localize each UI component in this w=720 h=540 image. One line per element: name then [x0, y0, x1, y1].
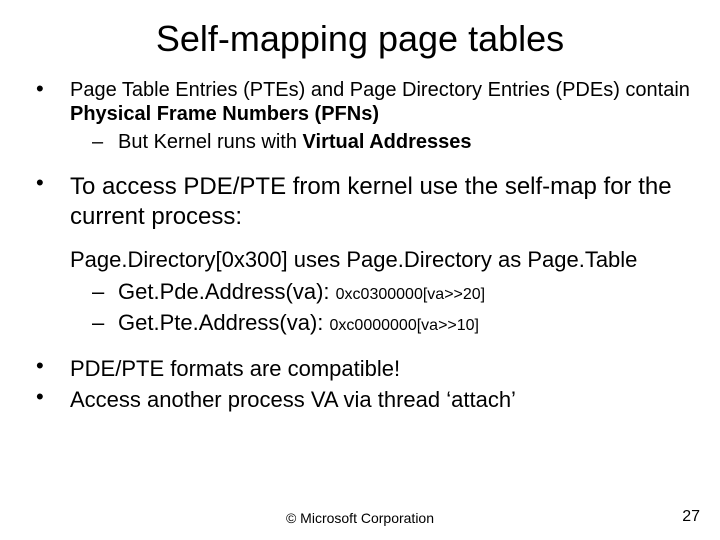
bullet-3: PDE/PTE formats are compatible!	[30, 355, 690, 383]
bullet-2-sub-2: Get.Pte.Address(va): 0xc0000000[va>>10]	[92, 309, 690, 337]
slide-title: Self-mapping page tables	[30, 18, 690, 60]
bullet-1-sub: But Kernel runs with Virtual Addresses	[70, 130, 690, 154]
bullet-1-text-bold: Physical Frame Numbers (PFNs)	[70, 103, 379, 125]
bullet-1-text-pre: Page Table Entries (PTEs) and Page Direc…	[70, 79, 690, 101]
footer-page-number: 27	[682, 508, 700, 526]
bullet-4: Access another process VA via thread ‘at…	[30, 386, 690, 414]
footer-copyright: © Microsoft Corporation	[0, 510, 720, 526]
bullet-1-sub-1: But Kernel runs with Virtual Addresses	[92, 130, 690, 154]
bullet-2-text: To access PDE/PTE from kernel use the se…	[70, 173, 672, 230]
bullet-1-sub-pre: But Kernel runs with	[118, 131, 303, 153]
bullet-1: Page Table Entries (PTEs) and Page Direc…	[30, 78, 690, 154]
bullet-2-header: Page.Directory[0x300] uses Page.Director…	[70, 246, 690, 274]
bullet-2-sub-1: Get.Pde.Address(va): 0xc0300000[va>>20]	[92, 278, 690, 306]
bullet-2: To access PDE/PTE from kernel use the se…	[30, 172, 690, 337]
slide: Self-mapping page tables Page Table Entr…	[0, 0, 720, 540]
bullet-list: Page Table Entries (PTEs) and Page Direc…	[30, 78, 690, 414]
bullet-2-sub-2-a: Get.Pte.Address(va):	[118, 310, 330, 335]
bullet-2-sub-1-a: Get.Pde.Address(va):	[118, 279, 336, 304]
bullet-2-sub: Get.Pde.Address(va): 0xc0300000[va>>20] …	[70, 278, 690, 337]
bullet-1-sub-bold: Virtual Addresses	[303, 131, 472, 153]
bullet-2-sub-2-b: 0xc0000000[va>>10]	[330, 317, 479, 334]
bullet-2-sub-1-b: 0xc0300000[va>>20]	[336, 286, 485, 303]
